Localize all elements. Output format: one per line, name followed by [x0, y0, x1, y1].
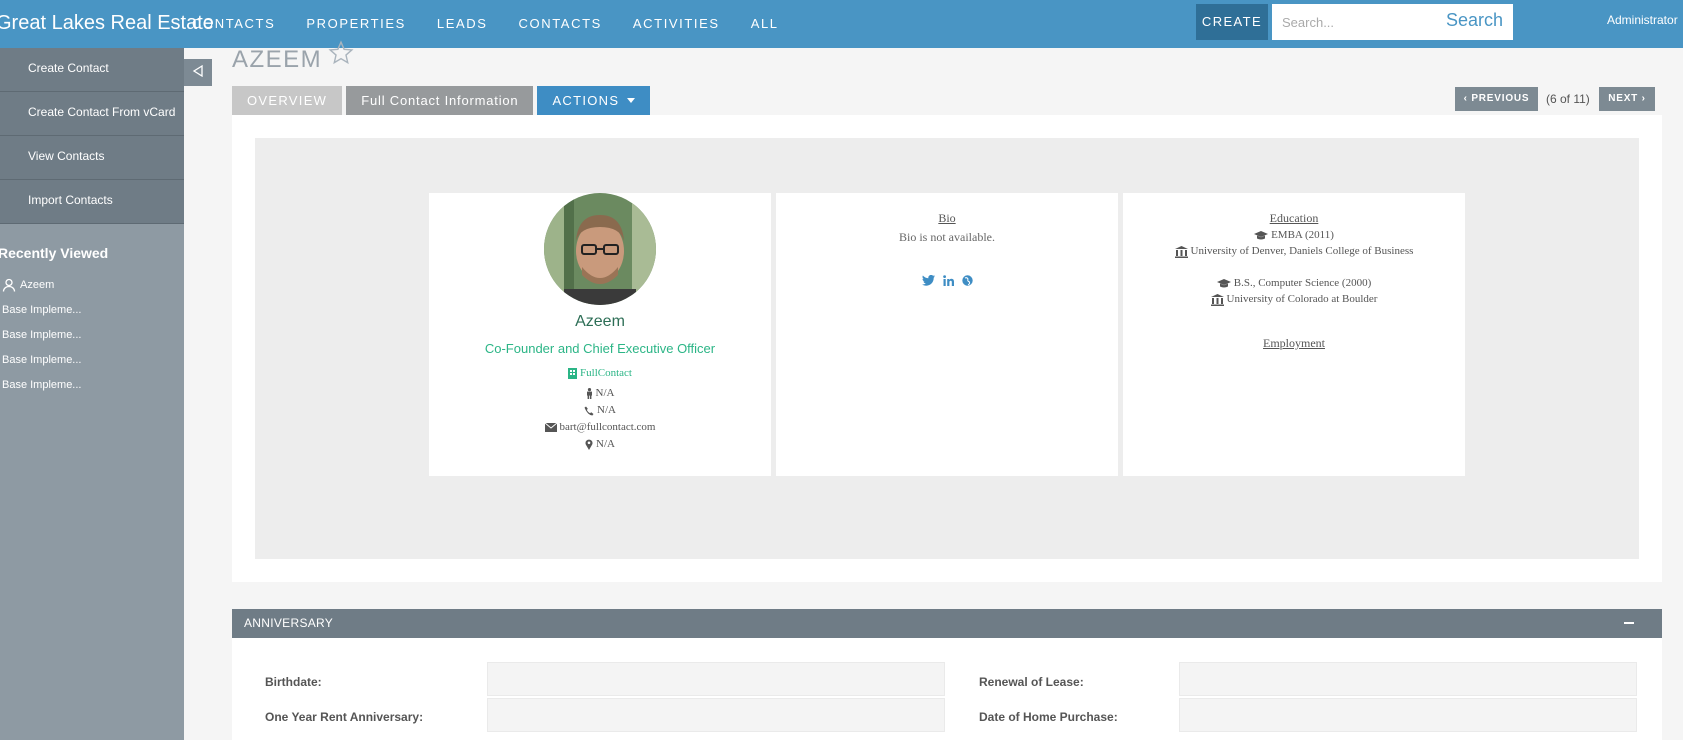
- record-title-text: AZEEM: [232, 46, 323, 73]
- bio-text: Bio is not available.: [899, 230, 995, 244]
- sidebar-action-import-contacts[interactable]: Import Contacts: [0, 180, 184, 224]
- home-purchase-date-value[interactable]: [1179, 698, 1637, 732]
- recently-viewed-list: Azeem Base Impleme... Base Impleme... Ba…: [0, 272, 184, 397]
- renewal-of-lease-value[interactable]: [1179, 662, 1637, 696]
- sidebar-action-create-contact[interactable]: Create Contact: [0, 48, 184, 92]
- institution-icon: [1210, 293, 1224, 306]
- recent-item[interactable]: Base Impleme...: [0, 297, 184, 322]
- birthdate-label: Birthdate:: [265, 675, 322, 689]
- education-school-text: University of Denver, Daniels College of…: [1190, 245, 1414, 257]
- contact-job-title: Co-Founder and Chief Executive Officer: [484, 341, 716, 356]
- employment-heading: Employment: [1263, 336, 1325, 350]
- bio-card: Bio Bio is not available.: [776, 193, 1118, 476]
- recent-item[interactable]: Base Impleme...: [0, 322, 184, 347]
- recent-item[interactable]: Azeem: [0, 272, 184, 297]
- education-card: Education EMBA (2011) University of Denv…: [1123, 193, 1465, 476]
- user-menu[interactable]: Administrator: [1607, 13, 1678, 27]
- contact-company[interactable]: FullContact: [429, 367, 771, 379]
- home-purchase-date-label: Date of Home Purchase:: [979, 710, 1118, 724]
- recent-item-label: Base Impleme...: [2, 353, 82, 366]
- contact-location-row: N/A: [429, 438, 771, 451]
- contact-gender: N/A: [595, 387, 615, 399]
- building-icon: [568, 367, 578, 379]
- nav-leads[interactable]: LEADS: [437, 0, 488, 48]
- contact-phone-row: N/A: [429, 404, 771, 417]
- education-degree-text: B.S., Computer Science (2000): [1233, 277, 1372, 289]
- recent-item-label: Base Impleme...: [2, 303, 82, 316]
- education-school: University of Colorado at Boulder: [1123, 293, 1465, 306]
- profile-card: Azeem Co-Founder and Chief Executive Off…: [429, 193, 771, 476]
- triangle-left-icon: [192, 64, 203, 78]
- bio-heading: Bio: [938, 211, 956, 225]
- education-school: University of Denver, Daniels College of…: [1123, 245, 1465, 258]
- previous-label: PREVIOUS: [1471, 93, 1530, 104]
- recent-item-label: Base Impleme...: [2, 328, 82, 341]
- education-degree: B.S., Computer Science (2000): [1123, 277, 1465, 290]
- brand-logo[interactable]: Great Lakes Real Estate: [0, 12, 214, 35]
- education-degree: EMBA (2011): [1123, 229, 1465, 242]
- sidebar-collapse-button[interactable]: [184, 59, 212, 86]
- favorite-star-icon[interactable]: [328, 40, 354, 66]
- collapse-minus-icon[interactable]: [1624, 622, 1634, 624]
- record-title: AZEEM: [232, 40, 354, 74]
- contact-gender-row: N/A: [429, 387, 771, 400]
- record-position: (6 of 11): [1546, 92, 1590, 106]
- recently-viewed-title: Recently Viewed: [0, 245, 109, 261]
- rent-anniversary-value[interactable]: [487, 698, 945, 732]
- anniversary-section-body: Birthdate: Renewal of Lease: One Year Re…: [232, 638, 1662, 740]
- phone-icon: [584, 406, 594, 415]
- map-marker-icon: [585, 439, 593, 450]
- user-icon: [2, 278, 16, 292]
- graduation-cap-icon: [1254, 230, 1269, 239]
- next-button[interactable]: NEXT ›: [1599, 87, 1655, 111]
- recent-item-label: Base Impleme...: [2, 378, 82, 391]
- overview-panel: Azeem Co-Founder and Chief Executive Off…: [232, 115, 1662, 582]
- twitter-icon[interactable]: [921, 275, 935, 286]
- main-nav: CONTACTS PROPERTIES LEADS CONTACTS ACTIV…: [192, 0, 810, 48]
- contact-details: N/A N/A bart@fullcontact.com N/A: [429, 387, 771, 451]
- search-input[interactable]: [1282, 13, 1432, 31]
- record-pager: ‹ PREVIOUS (6 of 11) NEXT ›: [0, 87, 1683, 111]
- recent-item[interactable]: Base Impleme...: [0, 372, 184, 397]
- rent-anniversary-label: One Year Rent Anniversary:: [265, 710, 424, 724]
- graduation-cap-icon: [1216, 278, 1231, 287]
- contact-phone: N/A: [597, 404, 616, 416]
- nav-contacts-2[interactable]: CONTACTS: [519, 0, 602, 48]
- sidebar: Create Contact Create Contact From vCard…: [0, 48, 184, 740]
- anniversary-title: ANNIVERSARY: [244, 616, 334, 630]
- chevron-right-icon: ›: [1638, 93, 1646, 104]
- recent-item-label: Azeem: [20, 278, 55, 291]
- contact-avatar: [544, 193, 656, 305]
- fullcontact-area: Azeem Co-Founder and Chief Executive Off…: [255, 138, 1639, 559]
- recent-item[interactable]: Base Impleme...: [0, 347, 184, 372]
- nav-properties[interactable]: PROPERTIES: [306, 0, 406, 48]
- nav-activities[interactable]: ACTIVITIES: [633, 0, 720, 48]
- education-school-text: University of Colorado at Boulder: [1226, 293, 1378, 305]
- education-heading: Education: [1269, 211, 1319, 225]
- top-navbar: Great Lakes Real Estate CONTACTS PROPERT…: [0, 0, 1683, 48]
- search-button[interactable]: Search: [1446, 10, 1503, 31]
- sidebar-action-view-contacts[interactable]: View Contacts: [0, 136, 184, 180]
- globe-icon[interactable]: [961, 275, 973, 286]
- birthdate-value[interactable]: [487, 662, 945, 696]
- renewal-of-lease-label: Renewal of Lease:: [979, 675, 1084, 689]
- contact-name: Azeem: [575, 313, 625, 330]
- create-button[interactable]: CREATE: [1196, 4, 1268, 40]
- institution-icon: [1174, 245, 1188, 258]
- contact-company-name: FullContact: [580, 367, 632, 379]
- linkedin-icon[interactable]: [942, 275, 954, 286]
- social-links: [776, 275, 1118, 286]
- person-icon: [586, 388, 592, 399]
- education-degree-text: EMBA (2011): [1271, 229, 1334, 241]
- previous-button[interactable]: ‹ PREVIOUS: [1455, 87, 1538, 111]
- contact-location: N/A: [596, 438, 615, 450]
- nav-contacts[interactable]: CONTACTS: [192, 0, 275, 48]
- contact-email-row[interactable]: bart@fullcontact.com: [429, 421, 771, 434]
- nav-all[interactable]: ALL: [751, 0, 779, 48]
- contact-email: bart@fullcontact.com: [559, 421, 656, 433]
- envelope-icon: [544, 423, 557, 432]
- anniversary-section-header[interactable]: ANNIVERSARY: [232, 609, 1662, 638]
- search-box: Search: [1272, 4, 1513, 40]
- next-label: NEXT: [1608, 93, 1639, 104]
